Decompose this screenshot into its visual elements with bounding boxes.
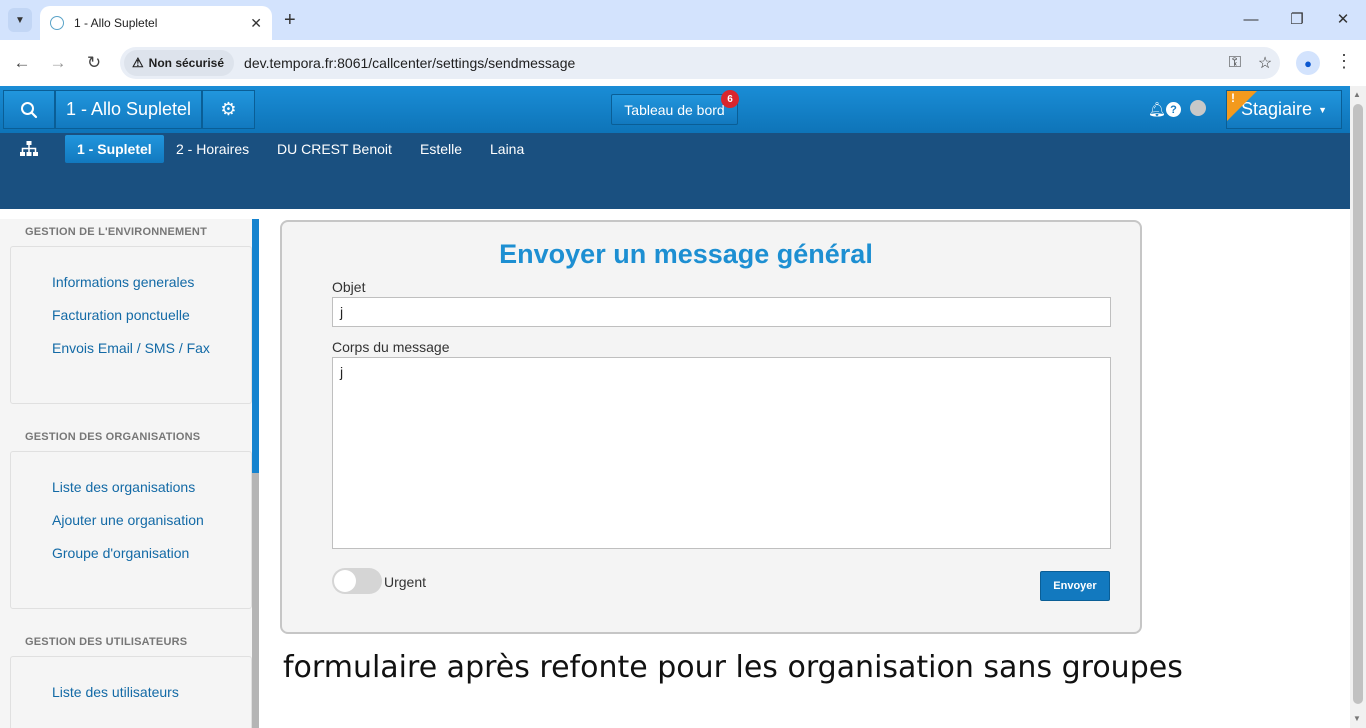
- favicon-icon: [50, 16, 64, 30]
- search-button[interactable]: [3, 90, 55, 129]
- subnav-tab-estelle[interactable]: Estelle: [408, 135, 474, 163]
- search-icon: [21, 101, 38, 118]
- security-label: Non sécurisé: [148, 56, 225, 70]
- sidebar-heading: GESTION DES UTILISATEURS: [25, 636, 188, 648]
- sidebar-heading: GESTION DES ORGANISATIONS: [25, 431, 201, 443]
- presence-status-dot[interactable]: [1190, 100, 1206, 116]
- org-switch-button[interactable]: 1 - Allo Supletel: [55, 90, 202, 129]
- urgent-toggle[interactable]: [332, 568, 382, 594]
- bell-icon[interactable]: 🔔︎: [1148, 101, 1166, 118]
- alert-mark: !: [1231, 91, 1235, 105]
- app-header: 1 - Allo Supletel ⚙ Tableau de bord 6 🔔︎…: [0, 86, 1350, 133]
- sidebar-link[interactable]: Informations generales: [52, 274, 194, 290]
- subnav-tab-laina[interactable]: Laina: [478, 135, 536, 163]
- user-menu-button[interactable]: ! Stagiaire ▼: [1226, 90, 1342, 129]
- subject-input[interactable]: j: [332, 297, 1111, 327]
- browser-tab[interactable]: 1 - Allo Supletel ✕: [40, 6, 272, 40]
- screenshot-caption: formulaire après refonte pour les organi…: [283, 650, 1183, 685]
- gears-icon: ⚙: [220, 99, 237, 119]
- scroll-up-icon[interactable]: ▲: [1353, 90, 1361, 99]
- body-textarea[interactable]: j: [332, 357, 1111, 549]
- sidebar-heading: GESTION DE L'ENVIRONNEMENT: [25, 226, 207, 238]
- bookmark-star-icon[interactable]: ☆: [1250, 53, 1280, 73]
- reload-icon[interactable]: ↻: [82, 52, 106, 74]
- urgent-label: Urgent: [384, 574, 427, 590]
- address-bar[interactable]: ⚠ Non sécurisé dev.tempora.fr:8061/callc…: [120, 47, 1280, 79]
- body-label: Corps du message: [332, 339, 450, 355]
- close-window-button[interactable]: ✕: [1320, 8, 1366, 32]
- tab-title: 1 - Allo Supletel: [74, 16, 158, 30]
- security-chip[interactable]: ⚠ Non sécurisé: [124, 50, 235, 76]
- settings-button[interactable]: ⚙: [202, 90, 255, 129]
- sitemap-icon[interactable]: [20, 141, 38, 161]
- tab-search-button[interactable]: ▼: [8, 8, 32, 32]
- notification-badge: 6: [721, 90, 739, 108]
- sidebar-scroll-rail[interactable]: [252, 219, 259, 728]
- restore-button[interactable]: ❐: [1274, 8, 1320, 32]
- scroll-down-icon[interactable]: ▼: [1353, 714, 1361, 723]
- settings-sidebar: GESTION DE L'ENVIRONNEMENT Informations …: [0, 219, 252, 728]
- minimize-button[interactable]: —: [1228, 8, 1274, 32]
- new-tab-button[interactable]: +: [284, 8, 296, 32]
- send-message-form: Envoyer un message général Objet j Corps…: [280, 220, 1142, 634]
- sidebar-link[interactable]: Liste des organisations: [52, 479, 195, 495]
- password-key-icon[interactable]: ⚿: [1220, 54, 1250, 72]
- sidebar-link[interactable]: Groupe d'organisation: [52, 545, 189, 561]
- profile-avatar-icon[interactable]: ●: [1296, 51, 1320, 75]
- close-tab-icon[interactable]: ✕: [250, 15, 262, 32]
- help-icon[interactable]: ?: [1166, 102, 1181, 117]
- page-scroll-thumb[interactable]: [1353, 104, 1363, 704]
- caret-down-icon: ▼: [1318, 104, 1327, 115]
- browser-menu-icon[interactable]: ⋮: [1334, 51, 1354, 72]
- sidebar-link[interactable]: Facturation ponctuelle: [52, 307, 190, 323]
- sidebar-link[interactable]: Envois Email / SMS / Fax: [52, 340, 210, 356]
- subnav-tab-horaires[interactable]: 2 - Horaires: [164, 135, 261, 163]
- send-button[interactable]: Envoyer: [1040, 571, 1110, 601]
- sidebar-link[interactable]: Ajouter une organisation: [52, 512, 204, 528]
- subnav-tab-supletel[interactable]: 1 - Supletel: [65, 135, 164, 163]
- subject-label: Objet: [332, 279, 366, 295]
- forward-icon[interactable]: →: [46, 52, 70, 74]
- sidebar-link[interactable]: Liste des utilisateurs: [52, 684, 179, 700]
- sidebar-panel: [10, 246, 252, 404]
- browser-tab-strip: ▼ 1 - Allo Supletel ✕ + — ❐ ✕: [0, 0, 1366, 40]
- sidebar-panel: [10, 451, 252, 609]
- url-text[interactable]: dev.tempora.fr:8061/callcenter/settings/…: [244, 55, 1220, 71]
- subnav-tab-du-crest[interactable]: DU CREST Benoit: [265, 135, 404, 163]
- org-subnav: 1 - Supletel 2 - Horaires DU CREST Benoi…: [0, 133, 1350, 209]
- page-scrollbar[interactable]: ▲ ▼: [1350, 86, 1366, 728]
- dashboard-button[interactable]: Tableau de bord 6: [611, 90, 739, 125]
- form-title: Envoyer un message général: [499, 239, 873, 269]
- dashboard-label: Tableau de bord: [624, 101, 725, 118]
- browser-toolbar: ← → ↻ ⚠ Non sécurisé dev.tempora.fr:8061…: [0, 40, 1366, 86]
- warning-icon: ⚠: [132, 55, 144, 70]
- sidebar-scroll-thumb[interactable]: [252, 219, 259, 473]
- toggle-knob: [334, 570, 356, 592]
- back-icon[interactable]: ←: [10, 52, 34, 74]
- chevron-down-icon: ▼: [15, 14, 25, 26]
